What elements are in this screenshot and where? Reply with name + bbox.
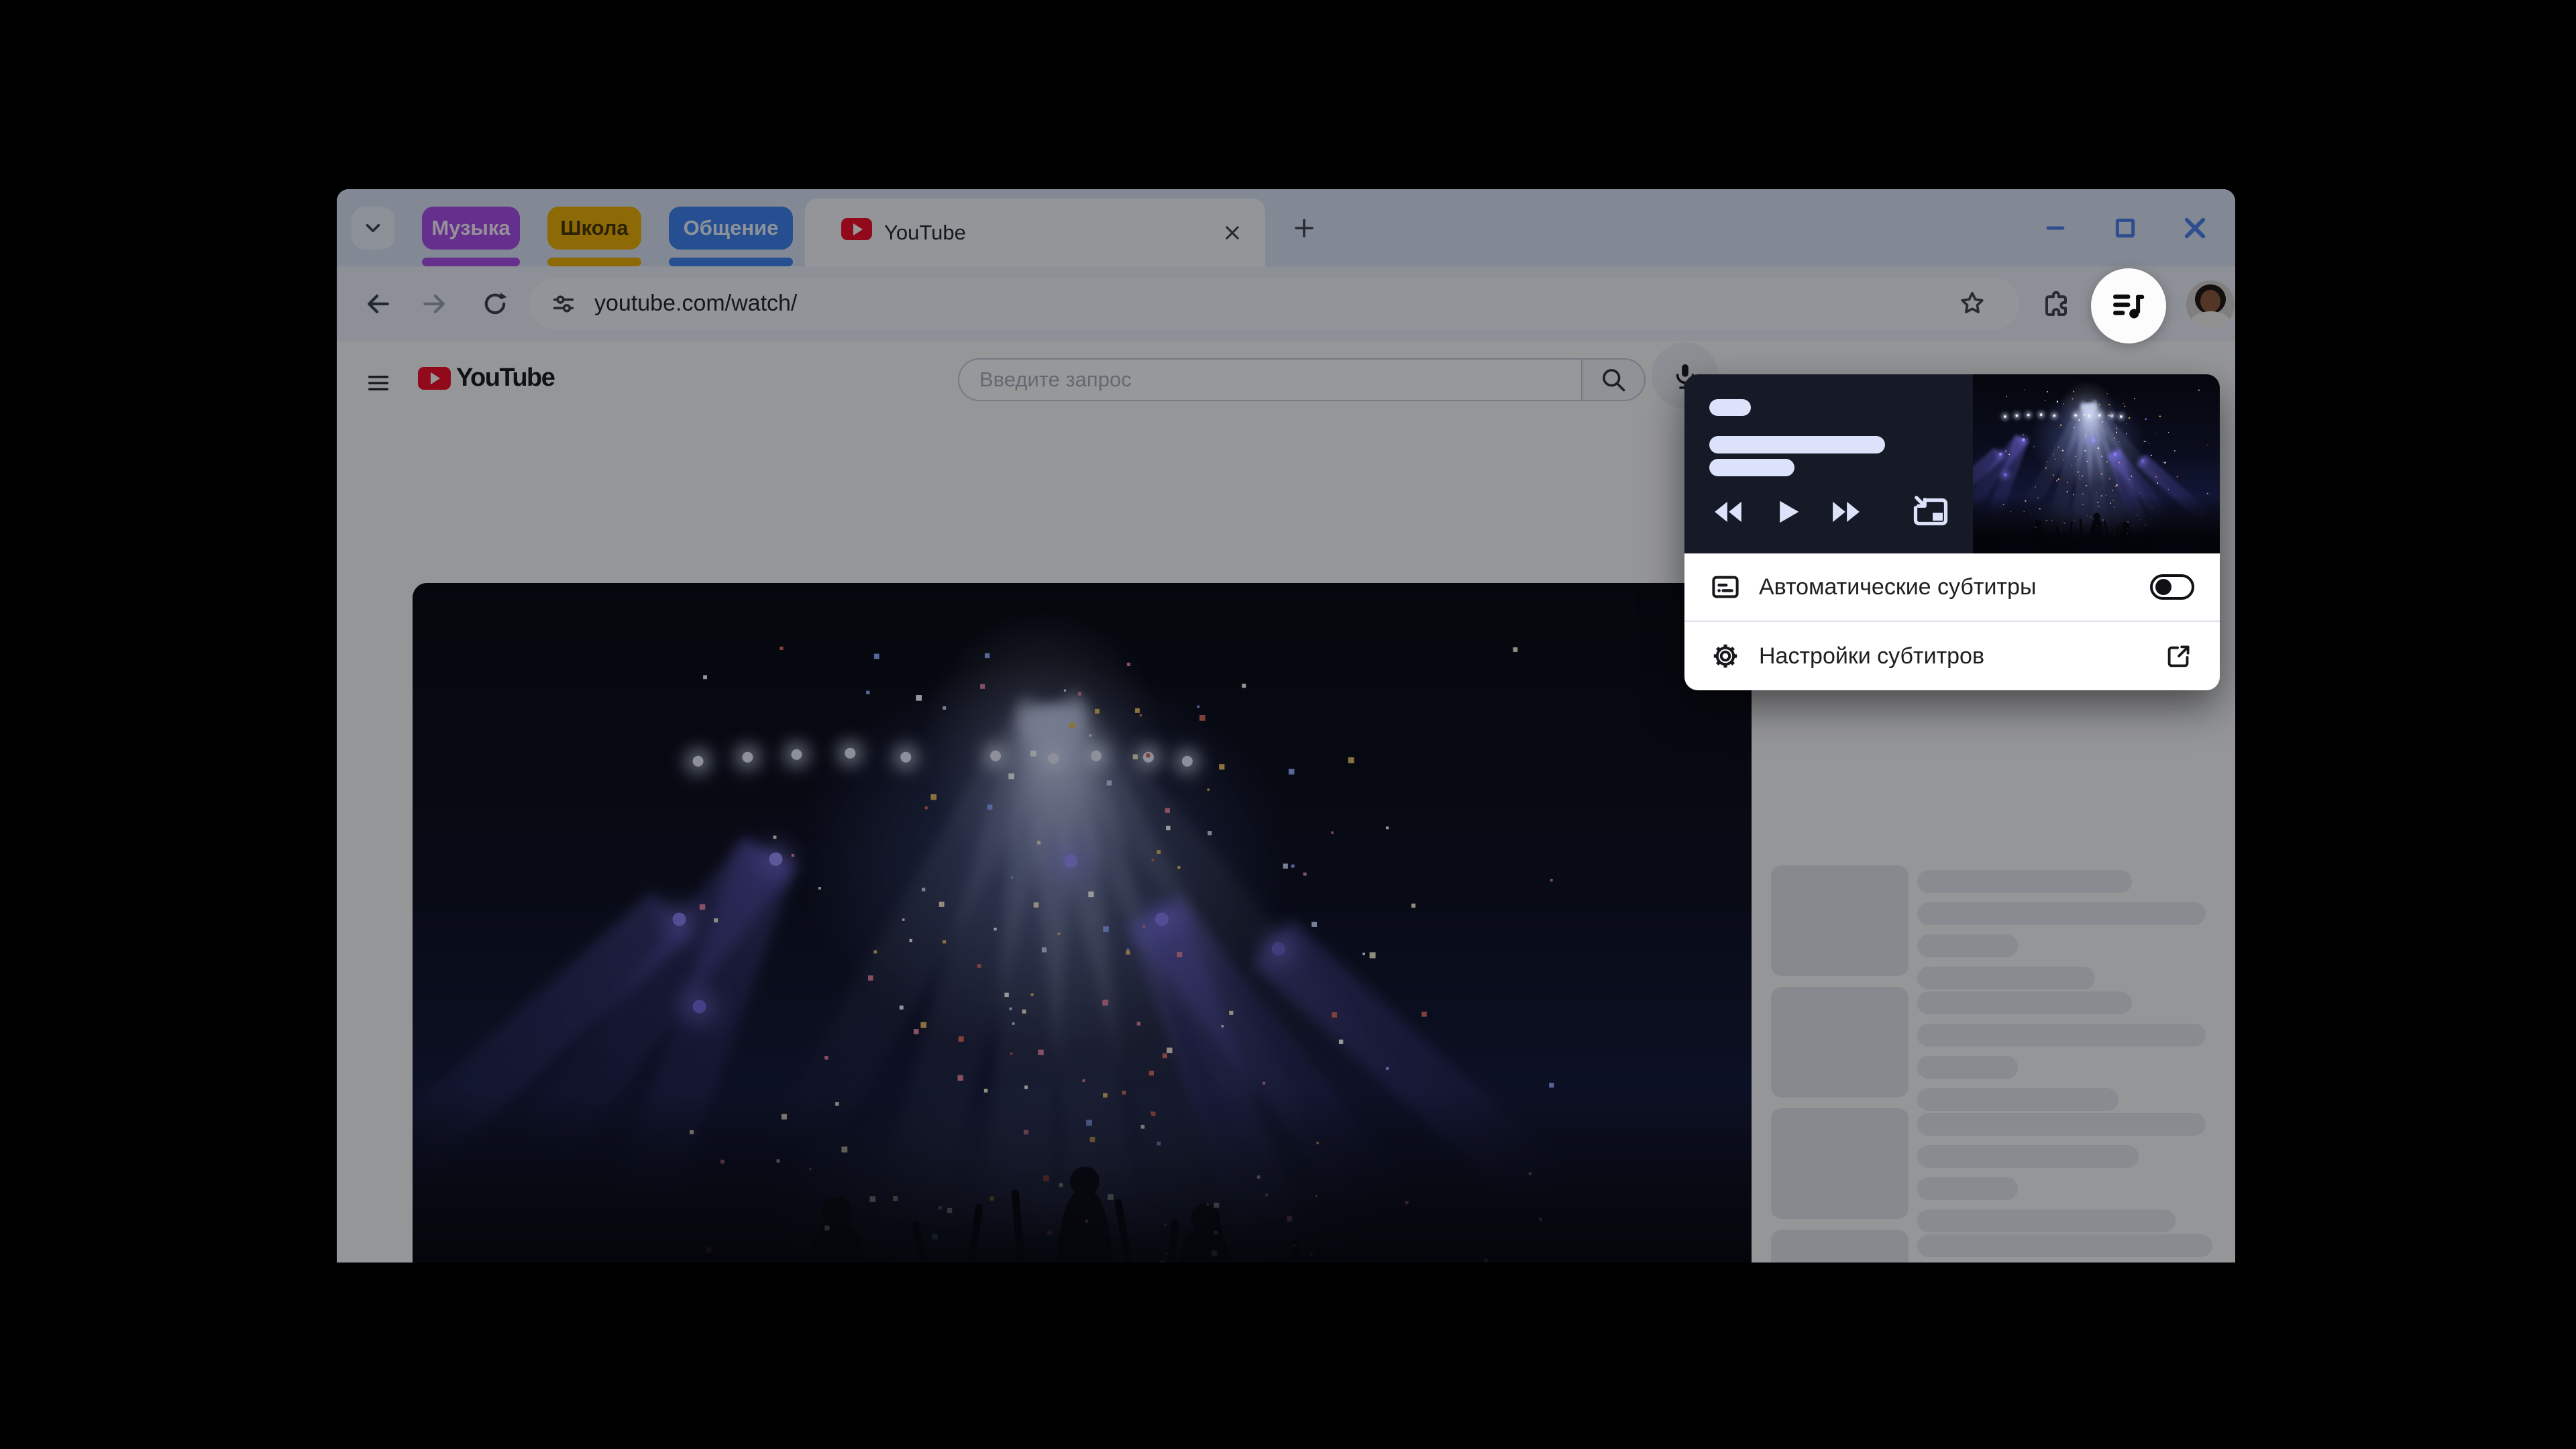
media-artist-skeleton <box>1709 459 1794 476</box>
caption-settings-row[interactable]: Настройки субтитров <box>1684 622 2220 690</box>
media-playback-controls <box>1709 488 1951 535</box>
media-controls-popup: Автоматические субтитры <box>1684 374 2220 690</box>
captions-icon <box>1709 571 1741 603</box>
play-button[interactable] <box>1770 490 1805 533</box>
live-captions-row[interactable]: Автоматические субтитры <box>1684 553 2220 622</box>
media-source-skeleton <box>1709 399 1751 416</box>
previous-track-button[interactable] <box>1709 490 1747 533</box>
media-controls-button[interactable] <box>2091 268 2166 343</box>
media-title-skeleton <box>1709 436 1885 453</box>
picture-in-picture-button[interactable] <box>1911 490 1951 533</box>
fast-forward-icon <box>1827 493 1865 531</box>
next-track-button[interactable] <box>1827 490 1865 533</box>
play-icon <box>1770 494 1805 529</box>
media-playlist-note-icon <box>2109 286 2148 325</box>
picture-in-picture-icon <box>1911 492 1951 532</box>
concert-thumbnail-image <box>1973 374 2220 553</box>
open-in-new-icon[interactable] <box>2163 641 2194 672</box>
dim-overlay <box>337 189 2235 1263</box>
browser-window: Музыка Школа Общение YouTube <box>337 189 2235 1263</box>
captions-toggle[interactable] <box>2150 574 2194 600</box>
caption-settings-label: Настройки субтитров <box>1759 643 1984 669</box>
media-session-card <box>1684 374 2220 553</box>
captions-label: Автоматические субтитры <box>1759 574 2036 600</box>
gear-icon <box>1709 640 1741 672</box>
media-thumbnail <box>1973 374 2220 553</box>
rewind-icon <box>1709 493 1747 531</box>
